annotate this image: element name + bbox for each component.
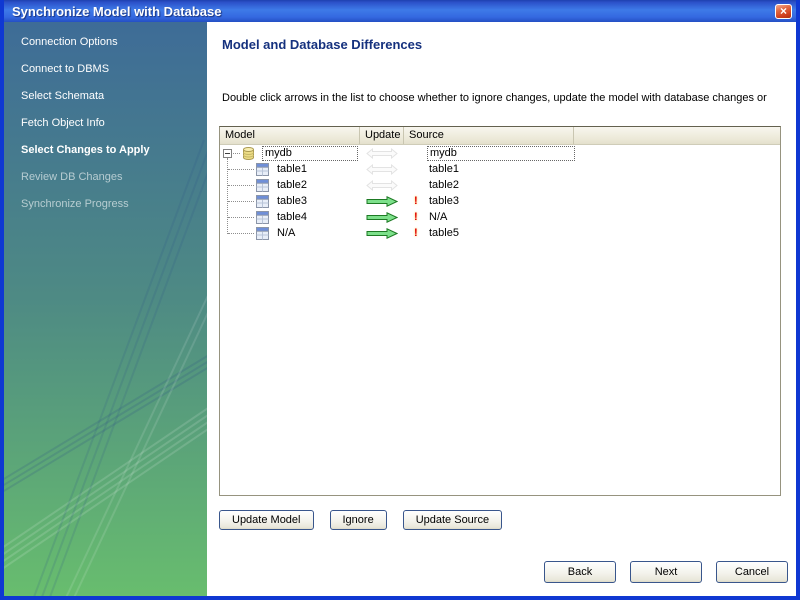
sidebar-step-synchronize-progress: Synchronize Progress bbox=[21, 198, 129, 210]
sidebar-step-connection-options: Connection Options bbox=[21, 36, 118, 48]
alert-icon: ! bbox=[414, 211, 418, 223]
tree-connector bbox=[228, 217, 254, 218]
instruction-text: Double click arrows in the list to choos… bbox=[222, 92, 767, 104]
table-icon bbox=[256, 226, 269, 240]
tree-connector bbox=[228, 185, 254, 186]
wizard-content: Model and Database Differences Double cl… bbox=[207, 22, 796, 596]
source-name: N/A bbox=[429, 210, 448, 223]
table-icon bbox=[256, 194, 269, 208]
model-name: table1 bbox=[277, 162, 307, 175]
update-source-arrow-icon[interactable] bbox=[366, 211, 398, 223]
model-name: N/A bbox=[277, 226, 296, 239]
back-button[interactable]: Back bbox=[544, 561, 616, 583]
title-bar: Synchronize Model with Database × bbox=[4, 0, 796, 22]
source-name: mydb bbox=[427, 145, 575, 161]
expander-minus-icon[interactable] bbox=[223, 148, 232, 158]
cancel-button[interactable]: Cancel bbox=[716, 561, 788, 583]
next-button[interactable]: Next bbox=[630, 561, 702, 583]
sync-both-arrow-icon[interactable] bbox=[366, 163, 398, 175]
wizard-window: Synchronize Model with Database × Connec… bbox=[0, 0, 800, 600]
alert-icon: ! bbox=[414, 227, 418, 239]
update-model-button[interactable]: Update Model bbox=[219, 510, 314, 530]
tree-connector bbox=[228, 233, 254, 234]
tree-connector bbox=[228, 201, 254, 202]
window-title: Synchronize Model with Database bbox=[12, 3, 222, 19]
diff-row-mydb[interactable]: mydb mydb bbox=[220, 145, 780, 161]
diff-row-table4[interactable]: table4! N/A bbox=[220, 209, 780, 225]
model-name: table3 bbox=[277, 194, 307, 207]
sidebar-step-connect-to-dbms: Connect to DBMS bbox=[21, 63, 110, 75]
sync-both-arrow-icon[interactable] bbox=[366, 179, 398, 191]
list-body: mydb mydb table1 table1 table2 table2 table3! t… bbox=[220, 145, 780, 495]
diff-row-table1[interactable]: table1 table1 bbox=[220, 161, 780, 177]
sidebar-step-select-changes-to-apply: Select Changes to Apply bbox=[21, 144, 150, 156]
source-name: table1 bbox=[429, 162, 459, 175]
page-title: Model and Database Differences bbox=[222, 37, 423, 52]
column-header-filler bbox=[574, 127, 780, 144]
model-name: table2 bbox=[277, 178, 307, 191]
wizard-steps: Connection Options Connect to DBMS Select … bbox=[4, 22, 207, 218]
model-name: mydb bbox=[262, 145, 358, 161]
update-source-button[interactable]: Update Source bbox=[402, 510, 503, 530]
sync-both-arrow-icon[interactable] bbox=[366, 147, 398, 159]
column-header-source[interactable]: Source bbox=[404, 127, 574, 144]
source-name: table2 bbox=[429, 178, 459, 191]
tree-connector bbox=[233, 152, 240, 154]
update-source-arrow-icon[interactable] bbox=[366, 227, 398, 239]
diff-row-table2[interactable]: table2 table2 bbox=[220, 177, 780, 193]
footer-buttons: Back Next Cancel bbox=[544, 561, 788, 583]
tree-connector bbox=[228, 169, 254, 170]
action-buttons: Update Model Ignore Update Source bbox=[219, 510, 503, 530]
model-name: table4 bbox=[277, 210, 307, 223]
source-name: table3 bbox=[429, 194, 459, 207]
sidebar-step-review-db-changes: Review DB Changes bbox=[21, 171, 123, 183]
table-icon bbox=[256, 210, 269, 224]
diff-row-table3[interactable]: table3! table3 bbox=[220, 193, 780, 209]
column-header-model[interactable]: Model bbox=[220, 127, 360, 144]
list-header-row: Model Update Source bbox=[220, 127, 780, 145]
diff-row-n-a[interactable]: N/A! table5 bbox=[220, 225, 780, 241]
close-icon: × bbox=[779, 4, 787, 18]
differences-list: Model Update Source mydb mydb table1 table1 ta… bbox=[219, 126, 781, 496]
sidebar-step-select-schemata: Select Schemata bbox=[21, 90, 105, 102]
ignore-button[interactable]: Ignore bbox=[329, 510, 387, 530]
column-header-update[interactable]: Update bbox=[360, 127, 404, 144]
wizard-sidebar: Connection Options Connect to DBMS Select … bbox=[4, 22, 207, 596]
database-icon bbox=[241, 146, 256, 161]
close-button[interactable]: × bbox=[775, 3, 792, 19]
update-source-arrow-icon[interactable] bbox=[366, 195, 398, 207]
sidebar-step-fetch-object-info: Fetch Object Info bbox=[21, 117, 105, 129]
source-name: table5 bbox=[429, 226, 459, 239]
table-icon bbox=[256, 178, 269, 192]
alert-icon: ! bbox=[414, 195, 418, 207]
table-icon bbox=[256, 162, 269, 176]
